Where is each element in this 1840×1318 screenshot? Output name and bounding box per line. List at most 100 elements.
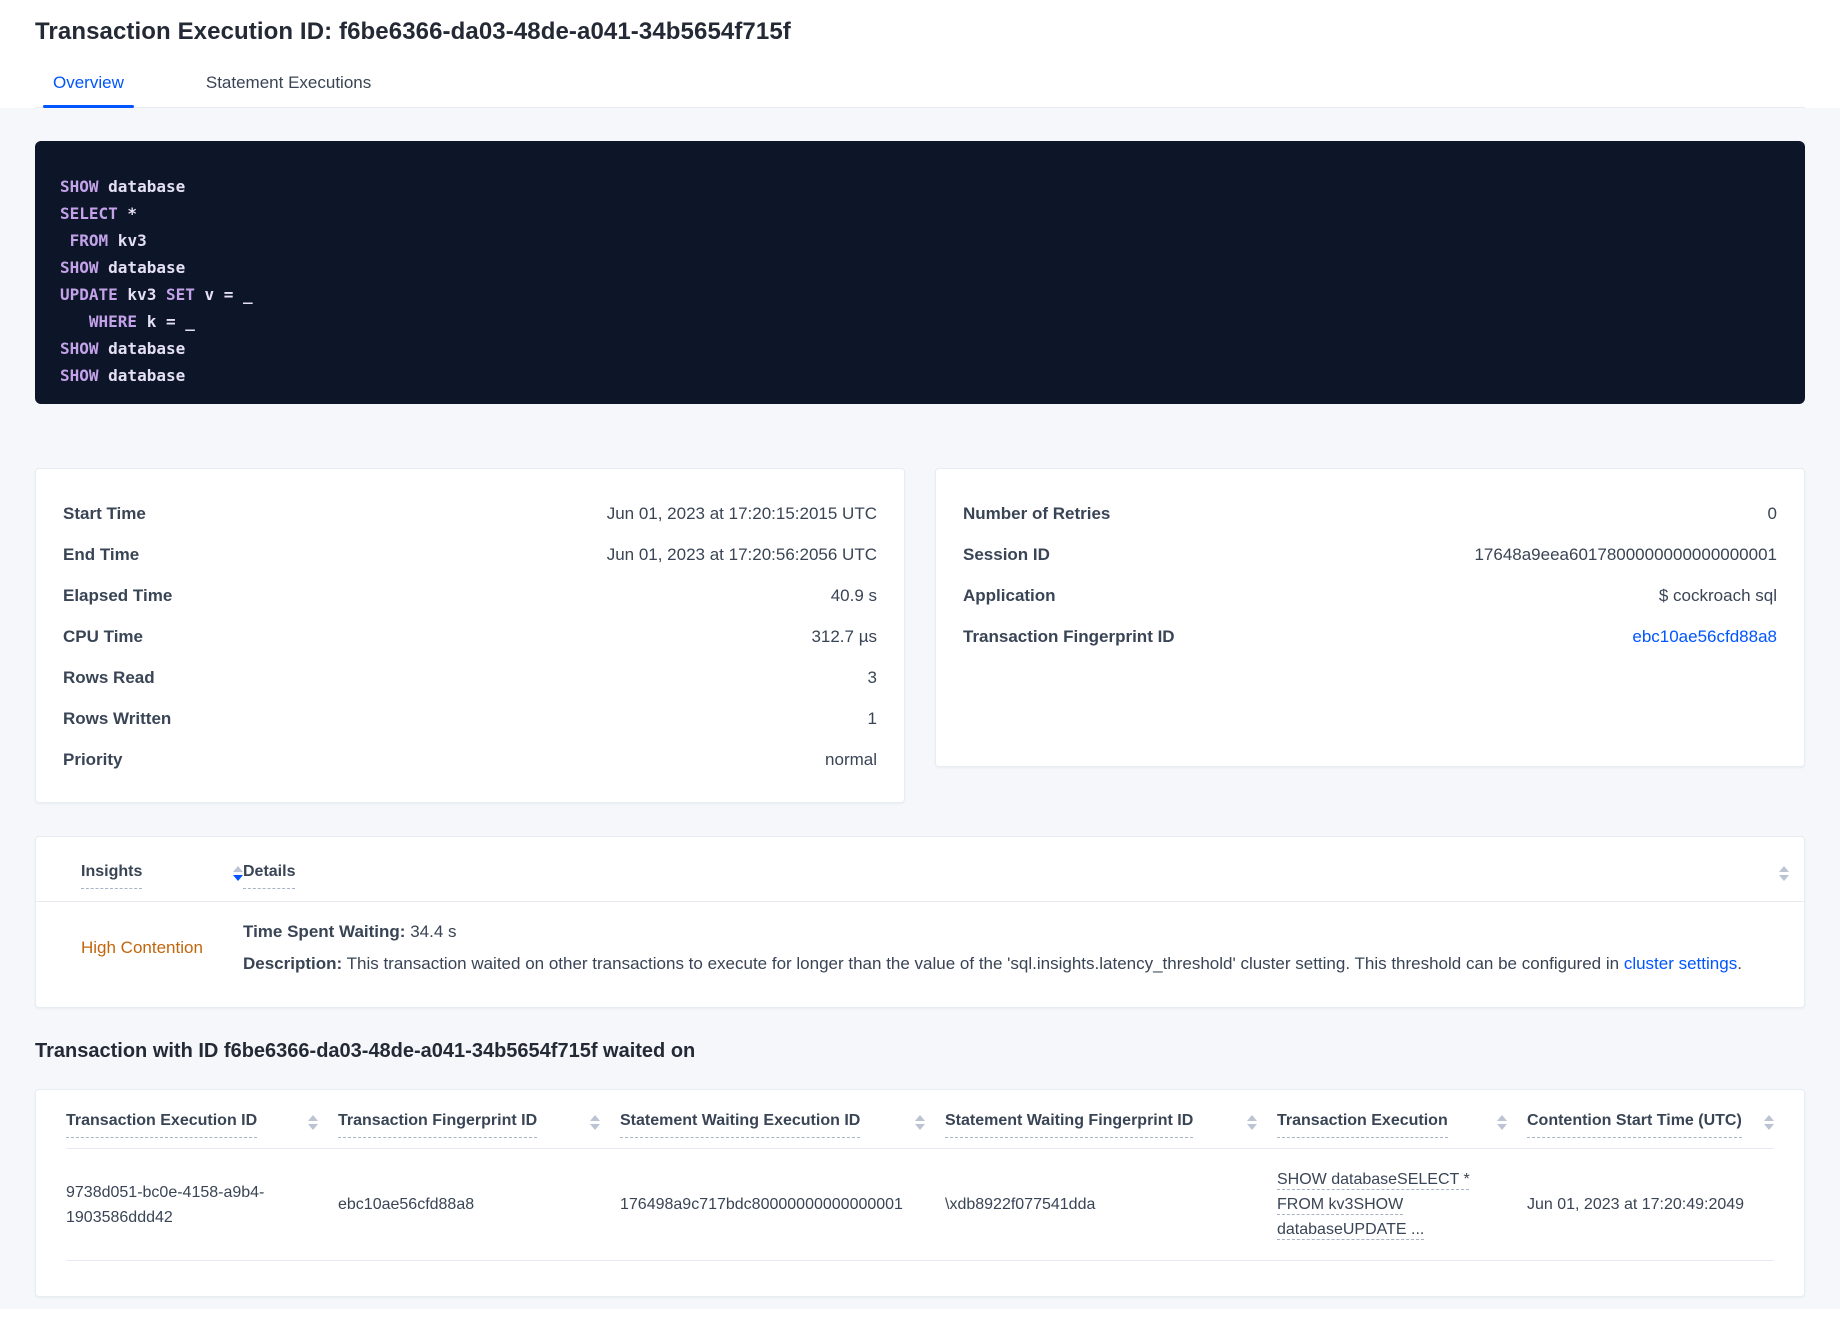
summary-row: Number of Retries 0 [936,493,1804,534]
column-header-cell: Transaction Execution [1277,1112,1527,1138]
summary-value: normal [825,749,877,769]
page-content: SHOW database SELECT * FROM kv3 SHOW datab… [0,108,1840,1309]
time-spent-waiting-label: Time Spent Waiting: [243,922,406,941]
insight-details: Time Spent Waiting: 34.4 s Description: … [243,919,1789,976]
sql-line: SHOW database [60,366,186,385]
summary-row: Start Time Jun 01, 2023 at 17:20:15:2015 … [36,493,904,534]
statement-waiting-execution-id-cell: 176498a9c717bdc80000000000000001 [620,1196,903,1213]
column-header-label[interactable]: Transaction Execution [1277,1112,1448,1138]
time-spent-waiting-value: 34.4 s [410,922,457,941]
summary-value: Jun 01, 2023 at 17:20:15:2015 UTC [606,503,877,523]
summary-row: CPU Time 312.7 µs [36,616,904,657]
insights-column-header[interactable]: Insights [81,863,143,889]
sql-line: FROM kv3 [60,231,147,250]
time-spent-waiting-text: Time Spent Waiting: 34.4 s [243,919,1789,944]
insights-column: Insights [81,863,243,889]
summary-label: Transaction Fingerprint ID [963,626,1175,646]
sql-line: UPDATE kv3 SET v = _ [60,285,253,304]
insights-table-header: Insights Details [36,837,1804,889]
summary-value: 17648a9eea6017800000000000000001 [1474,544,1777,564]
page-header: Transaction Execution ID: f6be6366-da03-… [0,0,1840,108]
summary-row: Session ID 17648a9eea60178000000000000000… [936,534,1804,575]
sort-icon[interactable] [308,1115,318,1130]
sort-down-arrow-icon [233,875,243,881]
summary-label: Session ID [963,544,1050,564]
sort-up-arrow-icon [1497,1115,1507,1121]
summary-row: End Time Jun 01, 2023 at 17:20:56:2056 UT… [36,534,904,575]
summary-value: 1 [867,708,877,728]
column-header-cell: Transaction Execution ID [66,1112,338,1138]
description-body: This transaction waited on other transac… [346,954,1624,973]
sql-line: SHOW database [60,177,186,196]
sort-up-arrow-icon [590,1115,600,1121]
summary-label: End Time [63,544,140,564]
insight-type-label: High Contention [81,937,203,957]
summary-label: Rows Written [63,708,172,728]
sort-down-arrow-icon [1779,875,1789,881]
sort-up-arrow-icon [1779,866,1789,872]
summary-row: Priority normal [36,739,904,780]
details-column-header[interactable]: Details [243,863,296,889]
column-header-label[interactable]: Statement Waiting Fingerprint ID [945,1112,1194,1138]
sort-down-arrow-icon [308,1124,318,1130]
insight-row: High Contention Time Spent Waiting: 34.4… [36,902,1804,976]
sql-line: SHOW database [60,339,186,358]
tab-bar: Overview Statement Executions [35,73,1805,108]
transaction-fingerprint-id-cell: ebc10ae56cfd88a8 [338,1196,475,1213]
statement-waiting-fingerprint-id-cell: \xdb8922f077541dda [945,1196,1096,1213]
waited-on-table-row: 9738d051-bc0e-4158-a9b4-1903586ddd42 ebc1… [66,1149,1774,1261]
summary-value: Jun 01, 2023 at 17:20:56:2056 UTC [606,544,877,564]
sort-icon[interactable] [1497,1115,1507,1130]
contention-start-time-cell: Jun 01, 2023 at 17:20:49:2049 [1527,1196,1745,1213]
sort-icon[interactable] [1247,1115,1257,1130]
transaction-execution-statement-link[interactable]: SHOW databaseSELECT * FROM kv3SHOW datab… [1277,1171,1470,1238]
sort-icon[interactable] [590,1115,600,1130]
column-header-cell: Contention Start Time (UTC) [1527,1112,1774,1138]
tab-overview[interactable]: Overview [43,73,134,108]
transaction-fingerprint-link[interactable]: ebc10ae56cfd88a8 [1632,627,1777,647]
summary-row: Application $ cockroach sql [936,575,1804,616]
column-header-label[interactable]: Transaction Execution ID [66,1112,258,1138]
sql-line: SELECT * [60,204,138,223]
description-label: Description: [243,954,343,973]
summary-row: Rows Written 1 [36,698,904,739]
waited-on-section-title: Transaction with ID f6be6366-da03-48de-a… [35,1040,696,1062]
column-header-cell: Statement Waiting Fingerprint ID [945,1112,1277,1138]
summary-value: 312.7 µs [811,626,877,646]
cluster-settings-link[interactable]: cluster settings [1624,954,1737,973]
sort-down-arrow-icon [1247,1124,1257,1130]
summary-value: 3 [867,667,877,687]
sql-line: SHOW database [60,258,186,277]
sort-icon[interactable] [1779,866,1789,881]
waited-on-table-card: Transaction Execution ID Transaction Fing… [35,1089,1805,1297]
tab-statement-executions[interactable]: Statement Executions [196,73,381,107]
summary-row: Transaction Fingerprint ID ebc10ae56cfd88… [936,616,1804,657]
waited-on-table-header: Transaction Execution ID Transaction Fing… [66,1090,1774,1138]
summary-row: Elapsed Time 40.9 s [36,575,904,616]
sql-statements-box: SHOW database SELECT * FROM kv3 SHOW datab… [35,141,1805,404]
summary-value: 0 [1767,503,1777,523]
summary-label: Number of Retries [963,503,1111,523]
column-header-label[interactable]: Contention Start Time (UTC) [1527,1112,1742,1138]
column-header-label[interactable]: Transaction Fingerprint ID [338,1112,538,1138]
session-details-card: Number of Retries 0 Session ID 17648a9eea60… [935,468,1805,767]
summary-label: CPU Time [63,626,143,646]
details-column: Details [243,863,1779,889]
sort-up-arrow-icon [233,866,243,872]
summary-value: $ cockroach sql [1658,585,1777,605]
execution-details-card: Start Time Jun 01, 2023 at 17:20:15:2015 … [35,468,905,803]
sort-up-arrow-icon [915,1115,925,1121]
transaction-execution-link[interactable]: SHOW databaseSELECT * FROM kv3SHOW datab… [1277,1167,1527,1242]
sort-icon[interactable] [1764,1115,1774,1130]
insights-card: Insights Details High Contention Time Sp… [35,836,1805,1008]
summary-label: Rows Read [63,667,155,687]
sort-icon[interactable] [233,866,243,881]
sort-icon[interactable] [915,1115,925,1130]
sort-down-arrow-icon [1764,1124,1774,1130]
summary-label: Priority [63,749,123,769]
column-header-label[interactable]: Statement Waiting Execution ID [620,1112,861,1138]
summary-label: Application [963,585,1056,605]
page-title: Transaction Execution ID: f6be6366-da03-… [35,18,791,45]
summary-label: Start Time [63,503,146,523]
summary-row: Rows Read 3 [36,657,904,698]
